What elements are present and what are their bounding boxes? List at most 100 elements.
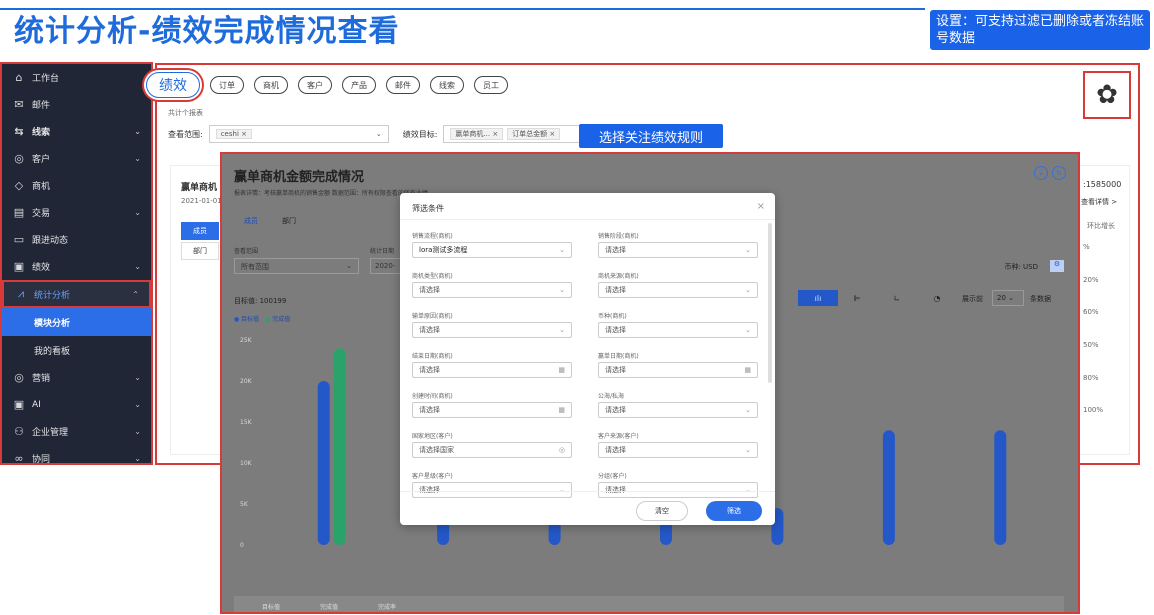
sidebar-item[interactable]: ⇆ 线索 ⌄ — [2, 118, 151, 145]
overlay-subtitle: 报表详情：考核赢单商机的销售金额 数据范围：所有权限查看的所有业绩 — [234, 190, 428, 197]
filter-field[interactable]: 请选择 ⌄ — [412, 322, 572, 338]
field-label: 销售流程(商机) — [412, 233, 453, 240]
close-icon[interactable]: × — [757, 201, 765, 212]
sidebar-icon: ✉ — [14, 98, 24, 111]
filter-field[interactable]: 请选择 ⌄ — [598, 282, 758, 298]
report-count: 共计个报表 — [168, 109, 203, 117]
filter-field[interactable]: 请选择 ⌄ — [598, 322, 758, 338]
filter-field[interactable]: 请选择 ▦ — [412, 362, 572, 378]
filter-field[interactable]: 请选择国家 ◎ — [412, 442, 572, 458]
bar-target[interactable] — [317, 381, 330, 545]
sidebar-item[interactable]: ⌂ 工作台 — [2, 64, 151, 91]
sidebar-item-label: 工作台 — [32, 74, 60, 84]
sidebar-item-analytics[interactable]: ⩘ 统计分析 ⌃ — [2, 280, 151, 308]
overlay-scope-select[interactable]: 所有范围 ⌄ — [234, 258, 359, 274]
filter-field[interactable]: 请选择 ▦ — [598, 362, 758, 378]
field-label: 赢单日期(商机) — [598, 353, 639, 360]
module-tab[interactable]: 绩效 — [146, 72, 200, 98]
card-value: :1585000 — [1083, 180, 1122, 189]
tab-member[interactable]: 成员 — [181, 222, 219, 240]
clear-button[interactable]: 清空 — [636, 501, 688, 521]
hbar-chart-icon[interactable]: ⊫ — [842, 290, 872, 306]
sidebar-item[interactable]: ⚇ 企业管理 ⌄ — [2, 418, 151, 445]
sidebar-item[interactable]: ◇ 商机 — [2, 172, 151, 199]
pct-cell: % — [1083, 243, 1090, 251]
module-tab[interactable]: 邮件 — [386, 76, 420, 94]
scope-select[interactable]: ceshi × ⌄ — [208, 125, 389, 143]
modal-scrollbar[interactable] — [768, 223, 772, 383]
chart-line-icon: ⩘ — [17, 287, 25, 300]
filter-field[interactable]: 请选择 ⌄ — [598, 442, 758, 458]
filter-field[interactable]: lora测试多流程 ⌄ — [412, 242, 572, 258]
sidebar-item-label: 商机 — [32, 182, 51, 192]
sidebar-icon: ⚇ — [14, 425, 24, 438]
pct-cell: 60% — [1083, 308, 1099, 316]
sidebar-item[interactable]: ◎ 客户 ⌄ — [2, 145, 151, 172]
sidebar-subitem-module-analysis[interactable]: 模块分析 — [2, 308, 151, 336]
settings-icon[interactable]: ⚙ — [1050, 260, 1064, 272]
filter-button[interactable]: 筛选 — [706, 501, 762, 521]
sidebar-icon: ◎ — [14, 152, 24, 165]
module-tab[interactable]: 订单 — [210, 76, 244, 94]
pie-chart-icon[interactable]: ◔ — [922, 290, 952, 306]
sidebar-item[interactable]: ◎ 营销 ⌄ — [2, 364, 151, 391]
bar-completed[interactable] — [333, 348, 346, 545]
show-top-select[interactable]: 20 ⌄ — [992, 290, 1024, 306]
sidebar-icon: ▣ — [13, 398, 25, 411]
mom-growth-header: 环比增长 — [1087, 222, 1115, 230]
bar-target[interactable] — [994, 430, 1007, 545]
bar-target[interactable] — [882, 430, 895, 545]
sidebar-item-label: 跟进动态 — [32, 236, 69, 246]
target-tag[interactable]: 订单总金额 × — [507, 128, 561, 140]
module-tab[interactable]: 员工 — [474, 76, 508, 94]
filter-field[interactable]: 请选择 ⌄ — [412, 282, 572, 298]
chevron-down-icon: ⌄ — [375, 130, 382, 138]
module-tab[interactable]: 客户 — [298, 76, 332, 94]
scope-tag[interactable]: ceshi × — [215, 129, 252, 139]
filter-field[interactable]: 请选择 ⌄ — [412, 482, 572, 498]
module-tab[interactable]: 线索 — [430, 76, 464, 94]
sidebar-item-label: 线索 — [32, 128, 51, 138]
target-tag[interactable]: 赢单商机... × — [450, 128, 504, 140]
module-tabs: 绩效 订单 商机 客户 产品 邮件 线索 员工 — [146, 70, 508, 100]
sidebar-item-label: 客户 — [32, 155, 51, 165]
filter-row: 查看范围: ceshi × ⌄ 绩效目标: 赢单商机... × 订单总金额 × … — [168, 125, 606, 143]
sidebar-item[interactable]: ▣ 绩效 ⌄ — [2, 253, 151, 280]
view-details-link[interactable]: 查看详情 > — [1081, 197, 1117, 207]
overlay-tab-department[interactable]: 部门 — [282, 216, 296, 226]
sidebar-item-label: 协同 — [32, 455, 51, 465]
field-suffix-icon: ⌄ — [745, 486, 751, 494]
y-tick-label: 10K — [240, 460, 253, 467]
sidebar-item[interactable]: ✉ 邮件 — [2, 91, 151, 118]
filter-field[interactable]: 请选择 ▦ — [412, 402, 572, 418]
filter-field[interactable]: 请选择 ⌄ — [598, 242, 758, 258]
sidebar-item-label: 绩效 — [32, 263, 51, 273]
chevron-down-icon: ⌄ — [346, 262, 352, 270]
sidebar-item[interactable]: ▭ 跟进动态 — [2, 226, 151, 253]
sidebar-item[interactable]: ∞ 协同 ⌄ — [2, 445, 151, 465]
overlay-tab-member[interactable]: 成员 — [244, 216, 258, 226]
sidebar-icon: ⇆ — [14, 125, 24, 138]
sidebar-item[interactable]: ▤ 交易 ⌄ — [2, 199, 151, 226]
field-suffix-icon: ⌄ — [745, 326, 751, 334]
gear-icon[interactable]: ✿ — [1083, 71, 1131, 119]
bar-chart-icon[interactable]: ılı — [798, 290, 838, 306]
field-suffix-icon: ⌄ — [559, 246, 565, 254]
chart-legend: ● 目标值 ● 完成值 — [234, 316, 291, 323]
field-label: 公海/私海 — [598, 393, 625, 400]
field-suffix-icon: ⌄ — [559, 486, 565, 494]
refresh-icon[interactable]: ↻ — [1052, 166, 1066, 180]
y-tick-label: 15K — [240, 419, 253, 426]
line-chart-icon[interactable]: ∟ — [882, 290, 912, 306]
filter-field[interactable]: 请选择 ⌄ — [598, 402, 758, 418]
tab-department[interactable]: 部门 — [181, 242, 219, 260]
module-tab[interactable]: 商机 — [254, 76, 288, 94]
download-icon[interactable]: ⇣ — [1034, 166, 1048, 180]
module-tab[interactable]: 产品 — [342, 76, 376, 94]
sidebar-item-label: 企业管理 — [32, 428, 69, 438]
sidebar-subitem-my-board[interactable]: 我的看板 — [2, 336, 151, 364]
filter-modal: 筛选条件 × 销售流程(商机) lora测试多流程 ⌄ 销售阶段(商机) 请选择 ⌄ 商机类… — [400, 193, 775, 525]
sidebar-item[interactable]: ▣ AI ⌄ — [2, 391, 151, 418]
filter-field[interactable]: 请选择 ⌄ — [598, 482, 758, 498]
chevron-up-icon: ⌃ — [132, 289, 139, 299]
